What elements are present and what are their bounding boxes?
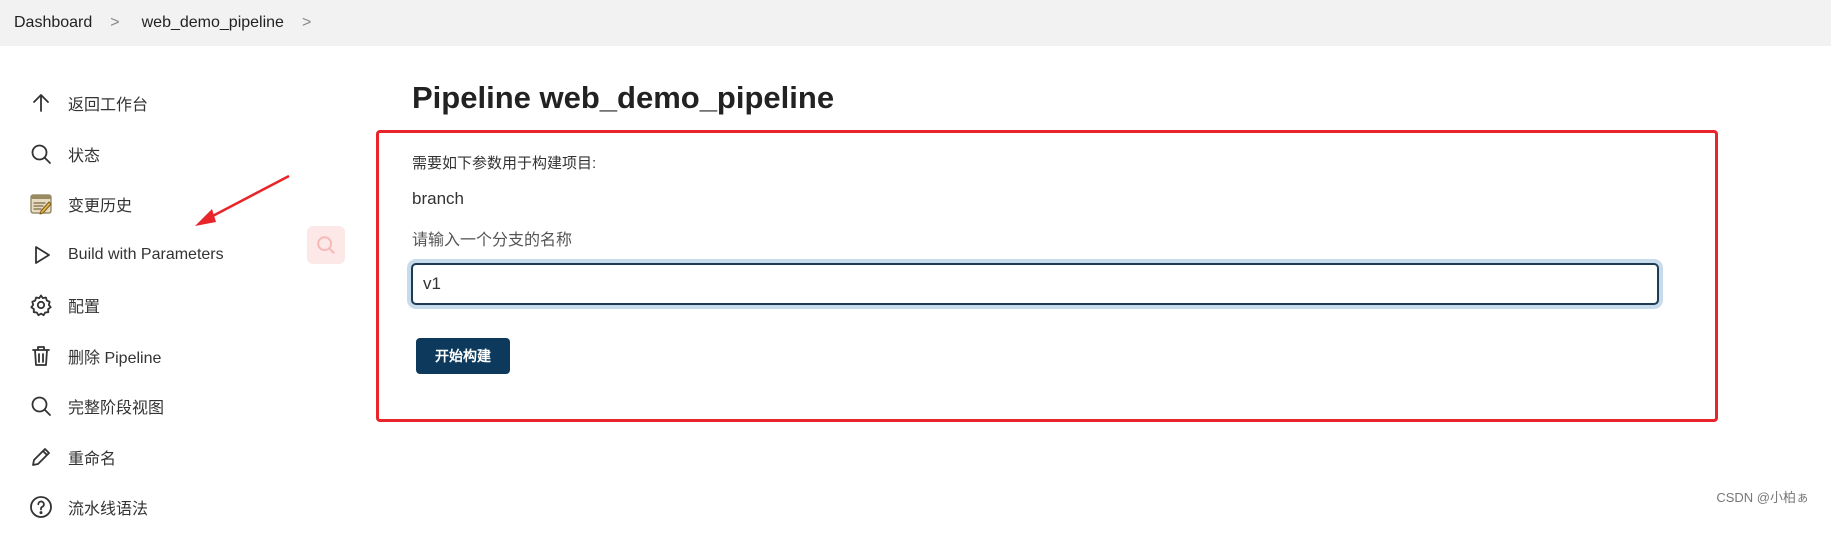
sidebar-item-label: Build with Parameters bbox=[68, 245, 224, 263]
sidebar-item-label: 流水线语法 bbox=[68, 501, 149, 519]
sidebar-item-label: 状态 bbox=[68, 147, 101, 165]
sidebar-item-delete-pipeline[interactable]: 删除 Pipeline bbox=[28, 331, 224, 382]
sidebar-item-label: 配置 bbox=[68, 299, 101, 317]
sidebar-item-full-stage-view[interactable]: 完整阶段视图 bbox=[28, 381, 224, 432]
search-icon bbox=[317, 236, 335, 254]
sidebar: 返回工作台 状态 变更历史 Build with Parameters 配置 删… bbox=[28, 78, 224, 533]
parameters-description: 需要如下参数用于构建项目: bbox=[412, 155, 597, 172]
sidebar-item-changes[interactable]: 变更历史 bbox=[28, 179, 224, 230]
sidebar-item-label: 完整阶段视图 bbox=[68, 400, 165, 418]
sidebar-item-label: 返回工作台 bbox=[68, 97, 149, 115]
watermark: CSDN @小柏ぁ bbox=[1716, 490, 1809, 505]
page-title: Pipeline web_demo_pipeline bbox=[412, 80, 835, 115]
sidebar-item-pipeline-syntax[interactable]: 流水线语法 bbox=[28, 482, 224, 533]
sidebar-item-label: 变更历史 bbox=[68, 198, 133, 216]
chevron-right-icon[interactable]: > bbox=[302, 14, 311, 32]
breadcrumb-pipeline[interactable]: web_demo_pipeline bbox=[142, 14, 284, 32]
parameter-name: branch bbox=[412, 189, 464, 208]
sidebar-item-back-to-dashboard[interactable]: 返回工作台 bbox=[28, 78, 224, 129]
arrow-up-icon bbox=[28, 90, 54, 116]
sidebar-item-status[interactable]: 状态 bbox=[28, 129, 224, 180]
help-icon bbox=[28, 494, 54, 520]
search-button[interactable] bbox=[307, 226, 345, 264]
sidebar-item-configure[interactable]: 配置 bbox=[28, 280, 224, 331]
pencil-icon bbox=[28, 444, 54, 470]
chevron-right-icon: > bbox=[110, 14, 120, 31]
breadcrumb-bar: Dashboard > web_demo_pipeline > bbox=[0, 0, 1831, 46]
notepad-icon bbox=[28, 191, 54, 217]
search-icon bbox=[28, 393, 54, 419]
breadcrumb-dashboard[interactable]: Dashboard bbox=[14, 14, 92, 32]
parameter-description: 请输入一个分支的名称 bbox=[412, 232, 573, 249]
sidebar-item-rename[interactable]: 重命名 bbox=[28, 432, 224, 483]
build-button[interactable]: 开始构建 bbox=[416, 338, 510, 374]
trash-icon bbox=[28, 343, 54, 369]
play-icon bbox=[28, 242, 54, 268]
branch-input[interactable] bbox=[411, 263, 1659, 305]
gear-icon bbox=[28, 292, 54, 318]
sidebar-item-label: 重命名 bbox=[68, 450, 117, 468]
sidebar-item-label: 删除 Pipeline bbox=[68, 349, 162, 367]
sidebar-item-build-with-parameters[interactable]: Build with Parameters bbox=[28, 230, 224, 281]
search-icon bbox=[28, 141, 54, 167]
